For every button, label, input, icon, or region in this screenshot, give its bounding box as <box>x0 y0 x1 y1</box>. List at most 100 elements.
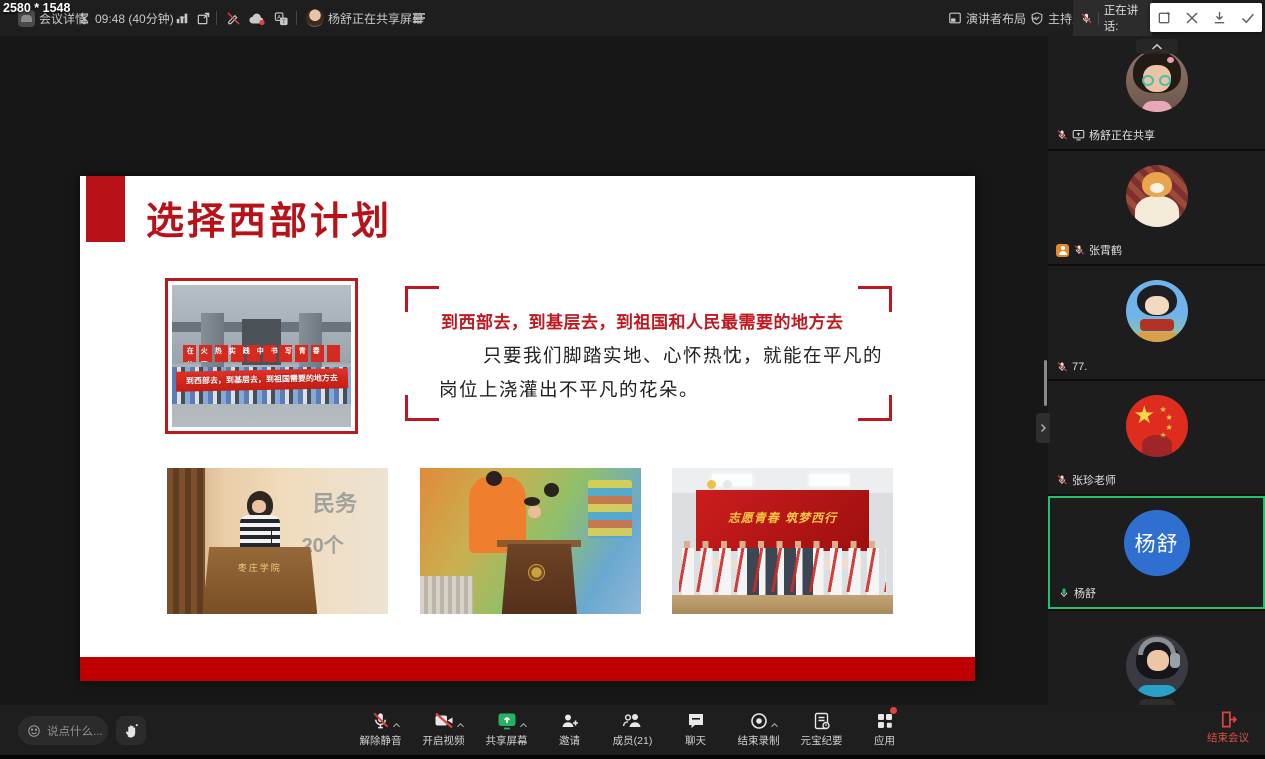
share-screen-button[interactable]: 共享屏幕 <box>484 709 530 748</box>
photo-speech: 民务 20个 枣庄学院 <box>167 468 388 614</box>
timer-text: 09:48 (40分钟) <box>95 10 174 27</box>
participant-tile[interactable]: ★ ★ ★ ★ ★ 张珍老师 <box>1048 381 1265 494</box>
group-photo-scene: 在火热实践中书写青春故事 到西部去，到基层去，到祖国需要的地方去 <box>172 285 351 427</box>
close-capture-icon[interactable] <box>1185 11 1199 25</box>
members-icon <box>622 712 643 729</box>
chevron-up-icon <box>1151 43 1163 51</box>
download-capture-icon[interactable] <box>1212 10 1227 25</box>
divider <box>216 11 217 25</box>
annotation-disabled-button[interactable] <box>226 0 241 36</box>
ceiling-light <box>809 474 849 486</box>
speaker-figure <box>252 500 266 513</box>
list-icon <box>412 12 426 24</box>
screen-title: 志愿青春 筑梦西行 <box>672 509 893 526</box>
meeting-window: 会议详情 09:48 (40分钟) AT 杨舒正在共享屏幕 <box>0 0 1265 759</box>
smiley-icon <box>27 724 41 738</box>
caption-translate-button[interactable]: AT <box>273 0 289 36</box>
resolution-overlay: 2580 * 1548 <box>3 1 70 15</box>
microphone <box>271 529 273 549</box>
child-figure <box>528 506 541 518</box>
chevron-right-icon <box>1039 423 1047 433</box>
sidebar-collapse-up-button[interactable] <box>1136 39 1178 54</box>
participant-tile[interactable]: 杨舒正在共享 <box>1048 36 1265 149</box>
cloud-icon <box>248 11 266 26</box>
mic-muted-icon <box>1056 361 1068 373</box>
avatar <box>1126 280 1188 342</box>
quote-corner <box>858 395 892 421</box>
raise-hand-button[interactable] <box>116 716 146 745</box>
raise-hand-icon <box>123 723 139 739</box>
share-options-chevron[interactable] <box>519 716 528 734</box>
avatar <box>1126 50 1188 112</box>
start-video-button[interactable]: 开启视频 <box>421 709 467 748</box>
end-meeting-button[interactable]: 结束会议 <box>1207 710 1249 745</box>
unmute-button[interactable]: 解除静音 <box>358 709 404 748</box>
sharer-avatar <box>306 9 324 27</box>
shield-check-icon <box>1030 11 1044 26</box>
screen-share-view: 选择西部计划 在火热实践中书写青春故事 到西部去，到基层去，到祖国需要的地方去 <box>0 36 1048 705</box>
toolbar-buttons: 解除静音 开启视频 共享屏幕 邀请 <box>358 709 908 748</box>
stop-recording-button[interactable]: 结束录制 <box>736 709 782 748</box>
participant-name: 杨舒 <box>1074 585 1096 601</box>
confirm-capture-icon[interactable] <box>1240 10 1256 26</box>
slide-footer-bar <box>80 657 975 681</box>
quote-corner <box>405 286 439 312</box>
video-options-chevron[interactable] <box>456 716 465 734</box>
chat-button[interactable]: 聊天 <box>673 709 719 748</box>
mic-options-chevron[interactable] <box>392 716 401 734</box>
speaking-indicator: 正在讲话: <box>1073 0 1152 36</box>
camera-muted-icon <box>434 712 454 729</box>
chat-placeholder: 说点什么... <box>47 723 103 739</box>
sidebar-collapse-handle[interactable] <box>1036 413 1050 443</box>
cloud-recording-button[interactable] <box>248 0 266 36</box>
participant-tile-active-speaker[interactable]: 杨舒 杨舒 <box>1048 496 1265 609</box>
edit-capture-icon[interactable] <box>1157 10 1172 25</box>
photo-ceremony: 志愿青春 筑梦西行 <box>672 468 893 614</box>
share-list-button[interactable] <box>412 0 426 36</box>
screenshot-toolbar <box>1150 3 1262 32</box>
network-quality-button[interactable] <box>175 0 189 36</box>
exit-icon <box>1219 710 1238 729</box>
speaking-label: 正在讲话: <box>1104 2 1152 34</box>
speaker-figure <box>240 515 280 547</box>
photo-signs-text: 在火热实践中书写青春故事 <box>183 345 341 362</box>
hourglass-icon <box>78 12 91 25</box>
title-accent-square <box>86 176 125 242</box>
ai-notes-button[interactable]: 元宝纪要 <box>799 709 845 748</box>
participant-name: 张珍老师 <box>1072 472 1116 488</box>
group-photo: 在火热实践中书写青春故事 到西部去，到基层去，到祖国需要的地方去 <box>165 278 358 434</box>
sharer-status[interactable]: 杨舒正在共享屏幕 <box>306 0 424 36</box>
radiator <box>420 576 473 614</box>
divider <box>296 11 297 25</box>
mic-muted-icon <box>1073 244 1085 256</box>
invite-icon <box>560 712 579 730</box>
avatar: ★ ★ ★ ★ ★ <box>1126 395 1188 457</box>
podium-label: 枣庄学院 <box>216 561 304 574</box>
photo-banner-text: 到西部去，到基层去，到祖国需要的地方去 <box>175 368 347 391</box>
child-figure <box>544 483 559 497</box>
participant-name: 77. <box>1072 361 1087 373</box>
layout-button[interactable]: 演讲者布局 <box>948 0 1038 36</box>
members-button[interactable]: 成员(21) <box>610 709 656 748</box>
participant-tile[interactable]: 张霄鹤 <box>1048 151 1265 264</box>
popout-icon <box>196 11 211 26</box>
invite-button[interactable]: 邀请 <box>547 709 593 748</box>
sidebar-scrollbar[interactable] <box>1044 360 1047 406</box>
record-options-chevron[interactable] <box>770 716 779 734</box>
apps-grid-icon <box>876 712 894 730</box>
svg-text:A: A <box>277 14 281 20</box>
photo-volunteering <box>420 468 641 614</box>
mic-muted-icon <box>371 711 390 730</box>
meeting-timer[interactable]: 09:48 (40分钟) <box>78 0 186 36</box>
quick-chat-input[interactable]: 说点什么... <box>18 716 108 745</box>
apps-button[interactable]: 应用 <box>862 709 908 748</box>
mic-muted-icon <box>1056 474 1068 486</box>
share-status-text: 杨舒正在共享屏幕 <box>328 10 424 27</box>
layout-icon <box>948 11 962 25</box>
screen-logo <box>707 480 716 489</box>
participant-tile[interactable]: 77. <box>1048 266 1265 379</box>
stage-floor <box>672 595 893 614</box>
slide-title: 选择西部计划 <box>146 190 392 245</box>
record-icon <box>750 712 768 730</box>
popout-button[interactable] <box>196 0 211 36</box>
